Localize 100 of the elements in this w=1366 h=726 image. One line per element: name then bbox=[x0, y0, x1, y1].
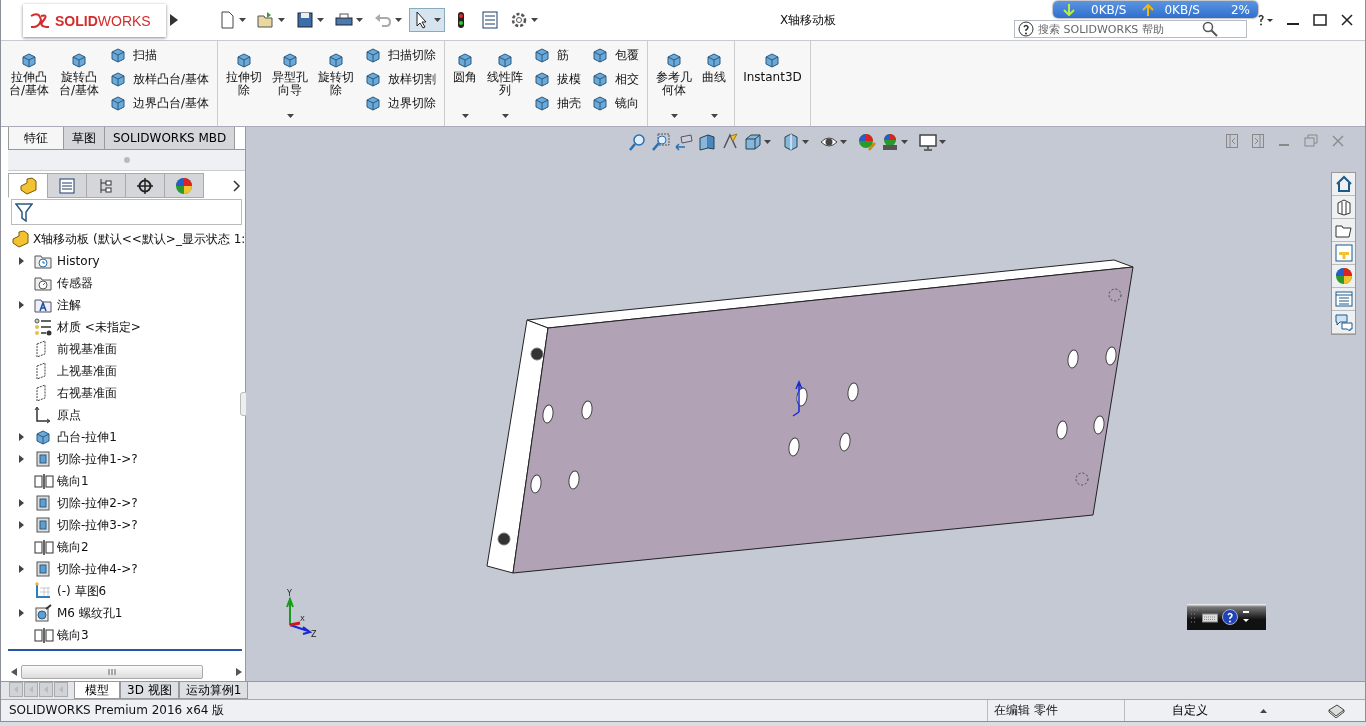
tree-item[interactable]: 前视基准面 bbox=[57, 340, 117, 358]
ribbon-button[interactable]: 线性阵 列 bbox=[485, 45, 526, 126]
close-icon[interactable] bbox=[1341, 14, 1353, 26]
expand-triangle-icon[interactable] bbox=[18, 433, 24, 441]
expand-triangle-icon[interactable] bbox=[18, 609, 24, 617]
menu-caret-icon[interactable] bbox=[1242, 610, 1250, 624]
panel-tab[interactable] bbox=[125, 173, 165, 198]
down-arrow-icon bbox=[1063, 3, 1075, 16]
maximize-icon[interactable] bbox=[1313, 14, 1327, 26]
search-field[interactable]: 搜索 SOLIDWORKS 帮助 bbox=[1038, 22, 1198, 36]
tree-item[interactable]: History bbox=[57, 254, 100, 268]
rebuild-icon[interactable] bbox=[1327, 703, 1345, 718]
cube-icon bbox=[533, 46, 552, 64]
search-icon[interactable] bbox=[1202, 21, 1218, 37]
expand-triangle-icon[interactable] bbox=[18, 455, 24, 463]
ribbon-button[interactable]: 抽壳 bbox=[531, 93, 584, 113]
view-tab[interactable]: 3D 视图 bbox=[120, 682, 179, 699]
zoom-fit-icon[interactable] bbox=[629, 133, 647, 151]
part-icon bbox=[11, 230, 29, 248]
task-pane-button[interactable] bbox=[1332, 173, 1355, 196]
ribbon-button[interactable]: 边界凸台/基体 bbox=[107, 93, 212, 113]
expand-triangle-icon[interactable] bbox=[18, 521, 24, 529]
tree-item[interactable]: 镜向3 bbox=[57, 626, 89, 644]
tree-item[interactable]: 注解 bbox=[57, 296, 81, 314]
axis-triad-drawing bbox=[286, 596, 313, 635]
ribbon-button[interactable]: 放样切割 bbox=[362, 69, 439, 89]
filter-field[interactable] bbox=[11, 199, 242, 225]
caret-icon bbox=[278, 18, 285, 22]
tree-item[interactable]: 传感器 bbox=[57, 274, 93, 292]
ribbon-button[interactable]: 拉伸切 除 bbox=[224, 45, 265, 126]
tree-item[interactable]: 凸台-拉伸1 bbox=[57, 428, 117, 446]
caret-up-icon[interactable] bbox=[1260, 708, 1267, 713]
tree-item[interactable]: 上视基准面 bbox=[57, 362, 117, 380]
keyboard-icon[interactable] bbox=[1202, 611, 1218, 623]
zoom-area-icon[interactable] bbox=[652, 133, 670, 151]
ribbon-button[interactable]: 曲线 bbox=[700, 45, 729, 126]
apply-scene-icon[interactable] bbox=[881, 133, 899, 151]
tree-item[interactable]: (-) 草图6 bbox=[57, 582, 107, 600]
ribbon-button[interactable]: 扫描切除 bbox=[362, 45, 439, 65]
view-tab[interactable]: 模型 bbox=[74, 682, 120, 699]
ribbon-button[interactable]: 放样凸台/基体 bbox=[107, 69, 212, 89]
help-icon[interactable] bbox=[1222, 609, 1238, 625]
tree-item[interactable]: 镜向1 bbox=[57, 472, 89, 490]
tree-item[interactable]: 切除-拉伸2->? bbox=[57, 494, 138, 512]
expand-triangle-icon[interactable] bbox=[18, 565, 24, 573]
save-icon[interactable] bbox=[296, 11, 314, 29]
tree-item[interactable]: 镜向2 bbox=[57, 538, 89, 556]
caret-icon bbox=[286, 114, 294, 118]
previous-view-icon[interactable] bbox=[675, 133, 693, 151]
tree-item[interactable]: 切除-拉伸3->? bbox=[57, 516, 138, 534]
ribbon-button[interactable]: 旋转凸 台/基体 bbox=[57, 45, 102, 126]
task-pane-button[interactable] bbox=[1332, 219, 1355, 242]
tree-item[interactable]: 切除-拉伸4->? bbox=[57, 560, 138, 578]
expand-arrow-icon[interactable] bbox=[170, 14, 178, 26]
tree-item[interactable]: 切除-拉伸1->? bbox=[57, 450, 138, 468]
tree-item[interactable]: 原点 bbox=[57, 406, 81, 424]
ribbon-button[interactable]: Instant3D bbox=[741, 45, 804, 126]
list-icon[interactable] bbox=[481, 11, 499, 29]
help-menu-icon[interactable] bbox=[1257, 14, 1273, 26]
new-file-icon[interactable] bbox=[218, 11, 236, 29]
tree-item[interactable]: X轴移动板 (默认<<默认>_显示状态 1: bbox=[33, 230, 245, 248]
edit-appearance-icon[interactable] bbox=[858, 133, 876, 151]
view-tab[interactable]: 运动算例1 bbox=[178, 682, 249, 699]
splitter-handle[interactable] bbox=[123, 157, 130, 163]
settings-icon[interactable] bbox=[510, 11, 528, 29]
section-view-icon[interactable] bbox=[698, 133, 716, 151]
expand-triangle-icon[interactable] bbox=[18, 257, 24, 265]
search-box[interactable]: 搜索 SOLIDWORKS 帮助 bbox=[1014, 20, 1247, 38]
expand-triangle-icon[interactable] bbox=[18, 301, 24, 309]
ribbon-button[interactable]: 相交 bbox=[589, 69, 642, 89]
open-folder-icon[interactable] bbox=[257, 11, 275, 29]
ribbon-button[interactable]: 拉伸凸 台/基体 bbox=[7, 45, 52, 126]
ribbon-button[interactable]: 拔模 bbox=[531, 69, 584, 89]
ribbon-button[interactable]: 扫描 bbox=[107, 45, 212, 65]
task-pane-button[interactable] bbox=[1332, 196, 1355, 219]
tree-item[interactable]: M6 螺纹孔1 bbox=[57, 604, 123, 622]
tree-item[interactable]: 右视基准面 bbox=[57, 384, 117, 402]
manager-tab[interactable]: SOLIDWORKS MBD bbox=[104, 127, 236, 149]
ribbon-button[interactable]: 异型孔 向导 bbox=[270, 45, 311, 126]
ribbon-button[interactable]: 包覆 bbox=[589, 45, 642, 65]
monitor-icon[interactable] bbox=[919, 133, 937, 151]
property-list-icon bbox=[58, 176, 76, 195]
view-orientation-icon[interactable] bbox=[744, 133, 762, 151]
ribbon-button[interactable]: 参考几 何体 bbox=[654, 45, 695, 126]
task-pane-button[interactable] bbox=[1332, 311, 1355, 334]
manager-tab[interactable]: 特征 bbox=[8, 127, 64, 149]
chevron-right-icon[interactable] bbox=[233, 179, 241, 192]
expand-triangle-icon[interactable] bbox=[18, 499, 24, 507]
ribbon-button[interactable]: 圆角 bbox=[451, 45, 480, 126]
ribbon-button[interactable]: 镜向 bbox=[589, 93, 642, 113]
task-pane-button[interactable] bbox=[1332, 265, 1355, 288]
display-style-icon[interactable] bbox=[782, 133, 800, 151]
ribbon-button[interactable]: 边界切除 bbox=[362, 93, 439, 113]
caret-icon bbox=[434, 18, 441, 22]
ribbon-button[interactable]: 筋 bbox=[531, 45, 584, 65]
tree-item[interactable]: 材质 <未指定> bbox=[57, 318, 141, 336]
grip-dots-icon[interactable] bbox=[1190, 608, 1198, 626]
ribbon-button[interactable]: 旋转切 除 bbox=[316, 45, 357, 126]
units-selector[interactable]: 自定义 bbox=[1124, 700, 1254, 721]
manager-tab[interactable]: 草图 bbox=[63, 127, 105, 149]
